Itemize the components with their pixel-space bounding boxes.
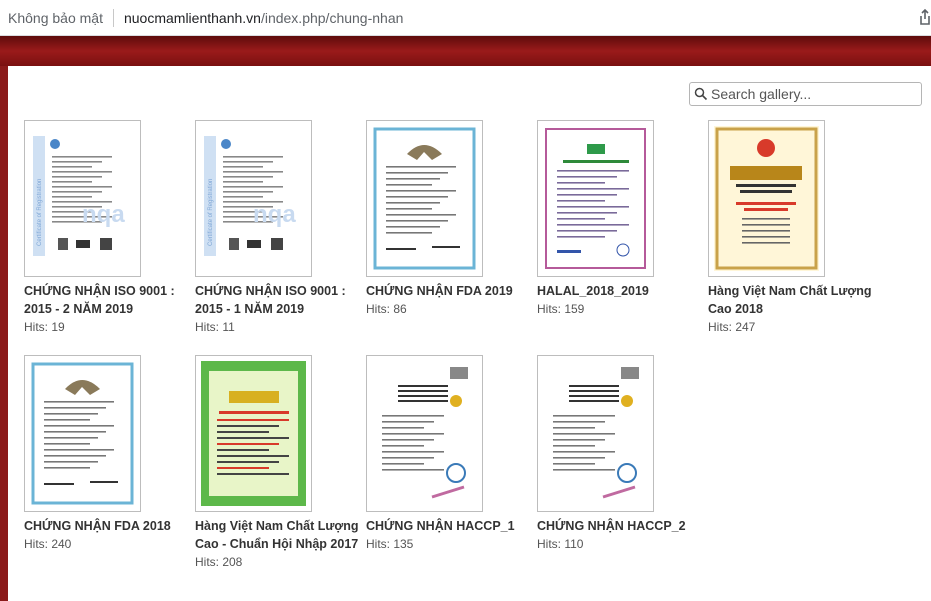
gallery-item[interactable]: HALAL_2018_2019 Hits: 159 (537, 120, 702, 318)
gallery-item-hits: Hits: 135 (366, 537, 414, 551)
gallery-item-title[interactable]: CHỨNG NHẬN ISO 9001 : 2015 - 1 NĂM 2019 (195, 282, 360, 318)
security-indicator[interactable]: Không bảo mật (0, 10, 103, 26)
gallery-item-title[interactable]: CHỨNG NHẬN FDA 2019 (366, 282, 531, 300)
search-box[interactable] (689, 82, 922, 106)
gallery-thumbnail[interactable] (195, 355, 312, 512)
gallery-thumbnail[interactable] (537, 120, 654, 277)
certificate-thumbnail-icon (714, 126, 819, 271)
gallery-thumbnail[interactable] (366, 355, 483, 512)
gallery-item-title[interactable]: CHỨNG NHẬN HACCP_1 (366, 517, 531, 535)
svg-text:nqa: nqa (82, 201, 125, 228)
gallery-item[interactable]: Certificate of Registration nqa CHỨNG NH… (24, 120, 189, 336)
share-icon[interactable] (919, 8, 931, 26)
certificate-thumbnail-icon (372, 361, 477, 506)
gallery-item-hits: Hits: 11 (195, 320, 235, 334)
gallery-item[interactable]: CHỨNG NHẬN HACCP_2 Hits: 110 (537, 355, 702, 553)
gallery-thumbnail[interactable] (708, 120, 825, 277)
gallery-thumbnail[interactable] (537, 355, 654, 512)
gallery-item-title[interactable]: Hàng Việt Nam Chất Lượng Cao 2018 (708, 282, 873, 318)
gallery-item-hits: Hits: 19 (24, 320, 65, 334)
url-host[interactable]: nuocmamlienthanh.vn (124, 10, 261, 26)
certificate-thumbnail-icon (543, 126, 648, 271)
svg-text:Certificate of Registration: Certificate of Registration (208, 179, 214, 246)
gallery-item-hits: Hits: 159 (537, 302, 585, 316)
gallery-item-title[interactable]: CHỨNG NHẬN HACCP_2 (537, 517, 702, 535)
search-input[interactable] (711, 86, 916, 102)
address-divider (112, 8, 114, 27)
gallery-item[interactable]: Hàng Việt Nam Chất Lượng Cao - Chuẩn Hội… (195, 355, 360, 571)
gallery-thumbnail[interactable] (24, 355, 141, 512)
certificate-thumbnail-icon (30, 361, 135, 506)
gallery-item-hits: Hits: 110 (537, 537, 584, 551)
certificate-thumbnail-icon (543, 361, 648, 506)
gallery-item-title[interactable]: CHỨNG NHẬN FDA 2018 (24, 517, 189, 535)
browser-address-bar[interactable]: Không bảo mật nuocmamlienthanh.vn/index.… (0, 0, 931, 36)
gallery-item[interactable]: Certificate of Registration nqa CHỨNG NH… (195, 120, 360, 336)
gallery-thumbnail[interactable]: Certificate of Registration nqa (24, 120, 141, 277)
certificate-thumbnail-icon (372, 126, 477, 271)
gallery-content: Certificate of Registration nqa CHỨNG NH… (4, 66, 931, 601)
gallery-item-title[interactable]: HALAL_2018_2019 (537, 282, 702, 300)
gallery-item-title[interactable]: CHỨNG NHẬN ISO 9001 : 2015 - 2 NĂM 2019 (24, 282, 189, 318)
gallery-item-hits: Hits: 240 (24, 537, 72, 551)
gallery-item[interactable]: CHỨNG NHẬN FDA 2018 Hits: 240 (24, 355, 189, 553)
gallery-item-title[interactable]: Hàng Việt Nam Chất Lượng Cao - Chuẩn Hội… (195, 517, 360, 553)
gallery-item[interactable]: CHỨNG NHẬN FDA 2019 Hits: 86 (366, 120, 531, 318)
left-edge (4, 66, 8, 601)
gallery-item-hits: Hits: 208 (195, 555, 243, 569)
url-path[interactable]: /index.php/chung-nhan (261, 10, 403, 26)
svg-text:nqa: nqa (253, 201, 296, 228)
gallery-item[interactable]: Hàng Việt Nam Chất Lượng Cao 2018 Hits: 2… (708, 120, 873, 336)
gallery-item-hits: Hits: 86 (366, 302, 407, 316)
gallery-thumbnail[interactable] (366, 120, 483, 277)
gallery-item[interactable]: CHỨNG NHẬN HACCP_1 Hits: 135 (366, 355, 531, 553)
site-header-band (0, 36, 931, 66)
certificate-thumbnail-icon: Certificate of Registration nqa (30, 126, 135, 271)
certificate-thumbnail-icon: Certificate of Registration nqa (201, 126, 306, 271)
gallery-thumbnail[interactable]: Certificate of Registration nqa (195, 120, 312, 277)
svg-text:Certificate of Registration: Certificate of Registration (37, 179, 43, 246)
search-icon (694, 87, 708, 101)
gallery-item-hits: Hits: 247 (708, 320, 756, 334)
certificate-thumbnail-icon (201, 361, 306, 506)
